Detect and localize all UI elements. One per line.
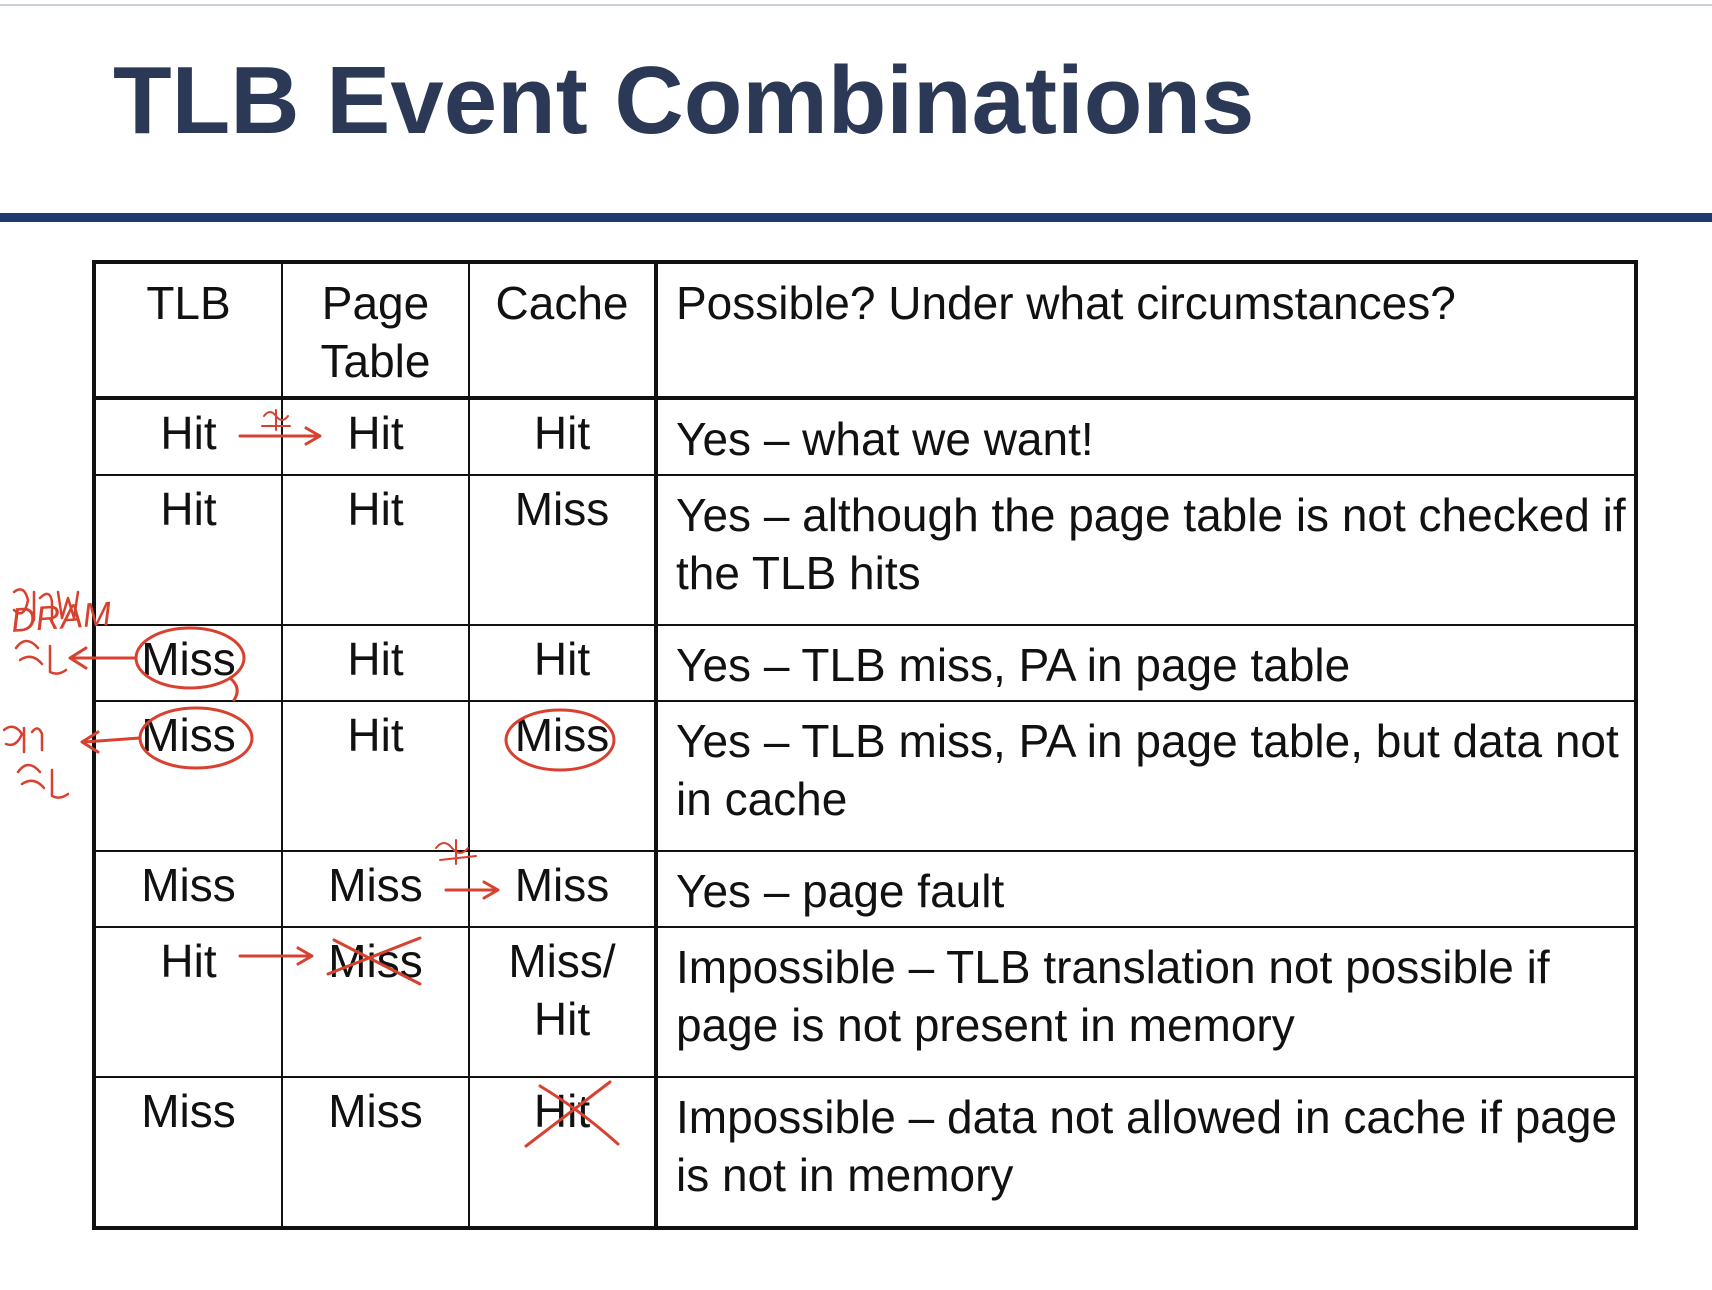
header-possible: Possible? Under what circumstances? — [654, 262, 1636, 400]
cell-page-table: Miss — [281, 926, 470, 1078]
cell-cache: Miss — [468, 850, 657, 928]
header-page-table: Page Table — [281, 262, 470, 400]
table-row: Miss Miss Miss Yes – page fault — [94, 850, 1636, 928]
table-header-row: TLB Page Table Cache Possible? Under wha… — [94, 262, 1636, 400]
cell-description: Impossible – TLB translation not possibl… — [654, 926, 1636, 1078]
header-cache: Cache — [468, 262, 657, 400]
cell-description: Yes – although the page table is not che… — [654, 474, 1636, 626]
table-row: Miss Miss Hit Impossible – data not allo… — [94, 1076, 1636, 1228]
table-row: Miss Hit Miss Yes – TLB miss, PA in page… — [94, 700, 1636, 852]
table-row: Hit Hit Hit Yes – what we want! — [94, 397, 1636, 476]
header-tlb: TLB — [94, 262, 283, 400]
cell-tlb: Hit — [94, 397, 283, 476]
cell-tlb: Miss — [94, 624, 283, 702]
cell-cache: Hit — [468, 624, 657, 702]
cell-page-table: Hit — [281, 474, 470, 626]
slide-title: TLB Event Combinations — [113, 47, 1255, 154]
cell-description: Yes – TLB miss, PA in page table — [654, 624, 1636, 702]
cell-cache: Hit — [468, 1076, 657, 1228]
scribble-annotation — [16, 763, 70, 799]
scribble-annotation — [2, 725, 44, 754]
arrow-head — [68, 646, 88, 670]
cell-tlb: Miss — [94, 850, 283, 928]
cell-page-table: Hit — [281, 700, 470, 852]
table-row: Hit Hit Miss Yes – although the page tab… — [94, 474, 1636, 626]
cell-cache: Hit — [468, 397, 657, 476]
cell-description: Yes – TLB miss, PA in page table, but da… — [654, 700, 1636, 852]
scribble-annotation — [14, 639, 68, 675]
cell-description: Yes – page fault — [654, 850, 1636, 928]
cell-page-table: Miss — [281, 850, 470, 928]
scribble-annotation — [12, 588, 80, 622]
cell-cache: Miss — [468, 474, 657, 626]
cell-tlb: Miss — [94, 1076, 283, 1228]
cell-description: Yes – what we want! — [654, 397, 1636, 476]
table-row: Hit Miss Miss/ Hit Impossible – TLB tran… — [94, 926, 1636, 1078]
cell-cache: Miss/ Hit — [468, 926, 657, 1078]
title-rule — [0, 213, 1712, 222]
cell-tlb: Hit — [94, 926, 283, 1078]
cell-cache: Miss — [468, 700, 657, 852]
table-row: Miss Hit Hit Yes – TLB miss, PA in page … — [94, 624, 1636, 702]
cell-page-table: Hit — [281, 624, 470, 702]
cell-page-table: Miss — [281, 1076, 470, 1228]
cell-tlb: Miss — [94, 700, 283, 852]
cell-description: Impossible – data not allowed in cache i… — [654, 1076, 1636, 1228]
top-rule — [0, 4, 1712, 6]
cell-page-table: Hit — [281, 397, 470, 476]
tlb-event-table: TLB Page Table Cache Possible? Under wha… — [92, 260, 1638, 1230]
cell-tlb: Hit — [94, 474, 283, 626]
